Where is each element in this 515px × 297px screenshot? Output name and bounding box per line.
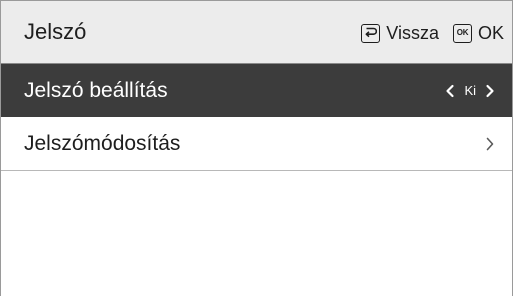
page-title: Jelszó bbox=[24, 19, 87, 44]
value-selector: Ki bbox=[444, 78, 496, 104]
row-arrow bbox=[484, 131, 496, 157]
chevron-right-icon bbox=[484, 134, 496, 154]
back-icon bbox=[361, 23, 381, 43]
back-button[interactable]: Vissza bbox=[361, 20, 439, 46]
back-label: Vissza bbox=[386, 23, 439, 43]
menu-item-label: Jelszó beállítás bbox=[24, 79, 168, 102]
ok-icon: OK bbox=[452, 23, 472, 43]
menu-item-password-change[interactable]: Jelszómódosítás bbox=[1, 117, 512, 171]
password-screen: Jelszó Vissza OK OK Jelszó beállítás Ki … bbox=[0, 0, 513, 296]
menu-item-password-setting[interactable]: Jelszó beállítás Ki bbox=[1, 64, 512, 117]
chevron-right-icon[interactable] bbox=[484, 81, 496, 101]
ok-icon-text: OK bbox=[456, 28, 469, 37]
header-actions: Vissza OK OK bbox=[361, 20, 504, 46]
menu-item-label: Jelszómódosítás bbox=[24, 132, 181, 155]
chevron-left-icon[interactable] bbox=[444, 81, 456, 101]
ok-button[interactable]: OK OK bbox=[452, 20, 504, 46]
header-bar: Jelszó Vissza OK OK bbox=[1, 1, 512, 64]
setting-value: Ki bbox=[464, 83, 476, 98]
ok-label: OK bbox=[477, 23, 504, 43]
